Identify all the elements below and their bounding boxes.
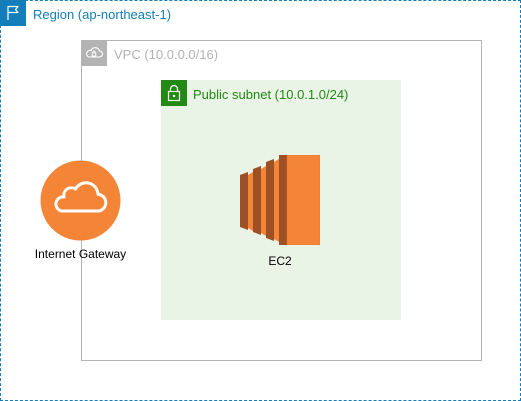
ec2-instance-node[interactable]: [240, 154, 321, 246]
architecture-diagram: Region (ap-northeast-1) VPC (10.0.0.0/16…: [0, 0, 521, 401]
padlock-icon: [161, 80, 187, 106]
cloud-lock-icon: [81, 40, 107, 66]
region-label: Region (ap-northeast-1): [33, 7, 172, 22]
vpc-label: VPC (10.0.0.0/16): [114, 47, 219, 62]
flag-icon: [0, 0, 26, 26]
ec2-instance-icon: [240, 154, 321, 246]
ec2-label: EC2: [268, 254, 292, 268]
internet-gateway-label: Internet Gateway: [34, 247, 127, 261]
subnet-label: Public subnet (10.0.1.0/24): [193, 87, 349, 102]
internet-gateway-node[interactable]: [40, 160, 121, 241]
cloud-icon: [40, 160, 121, 241]
